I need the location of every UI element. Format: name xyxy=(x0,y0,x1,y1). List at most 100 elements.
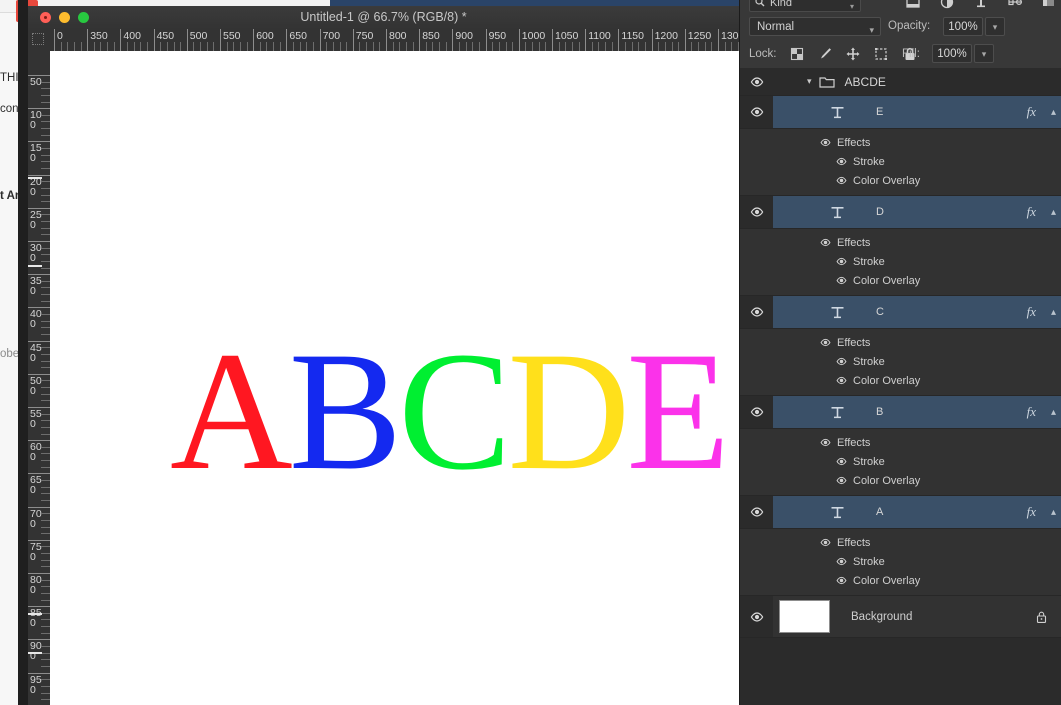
layer-effects-badge[interactable]: fx xyxy=(1027,496,1036,528)
layers-list[interactable]: ▾ ABCDE Efx ▴ Effects Stroke Color Overlay Dfx ▴… xyxy=(740,68,1061,705)
layer-row-body[interactable]: Afx ▴ xyxy=(773,496,1061,528)
ruler-minor-tick xyxy=(591,42,593,51)
eye-icon[interactable] xyxy=(820,237,831,248)
effects-label: Effects xyxy=(837,236,871,249)
chevron-up-icon[interactable]: ▴ xyxy=(1051,496,1056,528)
background-layer-body[interactable]: Background xyxy=(773,596,1061,637)
layer-effects-badge[interactable]: fx xyxy=(1027,96,1036,128)
effect-row[interactable]: Color Overlay xyxy=(740,271,1061,290)
effects-header-row[interactable]: Effects xyxy=(740,133,1061,152)
chevron-up-icon[interactable]: ▴ xyxy=(1051,196,1056,228)
horizontal-ruler[interactable]: 0 350 400 450 500 550 600 650 700 750 800 850 900 950… xyxy=(50,29,739,52)
layer-row-body[interactable]: Bfx ▴ xyxy=(773,396,1061,428)
layer-row-body[interactable]: Efx ▴ xyxy=(773,96,1061,128)
folder-icon xyxy=(818,75,835,89)
lock-image-icon[interactable] xyxy=(816,45,834,63)
layer-visibility-toggle[interactable] xyxy=(740,196,773,228)
chevron-up-icon[interactable]: ▴ xyxy=(1051,296,1056,328)
fill-stepper[interactable]: ▾ xyxy=(974,44,994,63)
adjustment-filter-icon[interactable] xyxy=(938,0,956,11)
effect-row[interactable]: Color Overlay xyxy=(740,571,1061,590)
pixel-filter-icon[interactable] xyxy=(904,0,922,11)
eye-icon[interactable] xyxy=(836,175,847,186)
effect-row[interactable]: Color Overlay xyxy=(740,171,1061,190)
canvas-area[interactable]: ABCDE xyxy=(50,51,739,705)
ruler-label: 1050 xyxy=(555,30,579,42)
opacity-input[interactable]: 100% xyxy=(943,17,983,36)
ruler-minor-tick xyxy=(339,42,341,51)
vertical-ruler[interactable]: 50 100 150 200 250 300 350 400 450 500 550 600 650 70… xyxy=(28,51,51,705)
eye-icon[interactable] xyxy=(836,375,847,386)
ruler-minor-tick xyxy=(478,42,480,51)
layer-filter-kind-select[interactable]: Kind ▾ xyxy=(749,0,861,12)
artwork-letter-a: A xyxy=(170,317,293,505)
ruler-guide-marker xyxy=(28,265,42,267)
effect-row[interactable]: Stroke xyxy=(740,352,1061,371)
layer-effects-badge[interactable]: fx xyxy=(1027,296,1036,328)
layer-row[interactable]: Dfx ▴ xyxy=(740,196,1061,229)
layer-row-body[interactable]: Dfx ▴ xyxy=(773,196,1061,228)
ruler-label: 700 xyxy=(322,30,341,42)
layer-row[interactable]: Afx ▴ xyxy=(740,496,1061,529)
effect-row[interactable]: Color Overlay xyxy=(740,371,1061,390)
effect-row[interactable]: Stroke xyxy=(740,452,1061,471)
layer-visibility-toggle[interactable] xyxy=(740,296,773,328)
effects-header-row[interactable]: Effects xyxy=(740,333,1061,352)
lock-artboard-icon[interactable] xyxy=(872,45,890,63)
eye-icon[interactable] xyxy=(836,275,847,286)
effect-row[interactable]: Stroke xyxy=(740,152,1061,171)
layer-effects-badge[interactable]: fx xyxy=(1027,196,1036,228)
eye-icon[interactable] xyxy=(836,456,847,467)
ruler-minor-tick xyxy=(41,333,50,335)
background-layer-row[interactable]: Background xyxy=(740,596,1061,638)
layer-row[interactable]: Cfx ▴ xyxy=(740,296,1061,329)
eye-icon[interactable] xyxy=(820,437,831,448)
group-visibility-toggle[interactable] xyxy=(740,68,773,95)
lock-icon[interactable] xyxy=(1035,596,1048,637)
layer-thumbnail xyxy=(779,600,830,633)
opacity-label: Opacity: xyxy=(888,20,931,32)
effects-header-row[interactable]: Effects xyxy=(740,233,1061,252)
ruler-minor-tick xyxy=(173,42,175,51)
eye-icon[interactable] xyxy=(820,537,831,548)
eye-icon[interactable] xyxy=(836,256,847,267)
eye-icon[interactable] xyxy=(836,475,847,486)
layer-visibility-toggle[interactable] xyxy=(740,496,773,528)
type-filter-icon[interactable] xyxy=(972,0,990,11)
eye-icon[interactable] xyxy=(836,556,847,567)
ruler-minor-tick xyxy=(41,553,50,555)
layer-row-body[interactable]: Cfx ▴ xyxy=(773,296,1061,328)
layer-visibility-toggle[interactable] xyxy=(740,596,773,637)
layer-group-row[interactable]: ▾ ABCDE xyxy=(740,68,1061,96)
layer-visibility-toggle[interactable] xyxy=(740,96,773,128)
layer-effects-badge[interactable]: fx xyxy=(1027,396,1036,428)
layer-name: A xyxy=(876,506,884,518)
eye-icon xyxy=(750,405,764,419)
effect-row[interactable]: Stroke xyxy=(740,552,1061,571)
effect-row[interactable]: Color Overlay xyxy=(740,471,1061,490)
smart-object-filter-icon[interactable] xyxy=(1040,0,1058,11)
chevron-up-icon[interactable]: ▴ xyxy=(1051,396,1056,428)
shape-filter-icon[interactable] xyxy=(1006,0,1024,11)
fill-input[interactable]: 100% xyxy=(932,44,972,63)
effects-header-row[interactable]: Effects xyxy=(740,533,1061,552)
effect-name: Stroke xyxy=(853,255,885,268)
lock-transparency-icon[interactable] xyxy=(788,45,806,63)
effects-header-row[interactable]: Effects xyxy=(740,433,1061,452)
eye-icon[interactable] xyxy=(820,337,831,348)
eye-icon[interactable] xyxy=(836,575,847,586)
layer-row[interactable]: Bfx ▴ xyxy=(740,396,1061,429)
eye-icon[interactable] xyxy=(820,137,831,148)
chevron-down-icon[interactable]: ▾ xyxy=(807,76,812,87)
eye-icon[interactable] xyxy=(836,156,847,167)
blend-mode-select[interactable]: Normal ▾ xyxy=(749,17,881,36)
layer-visibility-toggle[interactable] xyxy=(740,396,773,428)
ruler-minor-tick xyxy=(41,300,50,302)
eye-icon[interactable] xyxy=(836,356,847,367)
chevron-up-icon[interactable]: ▴ xyxy=(1051,96,1056,128)
ruler-origin-corner[interactable] xyxy=(28,29,51,52)
effect-row[interactable]: Stroke xyxy=(740,252,1061,271)
layer-row[interactable]: Efx ▴ xyxy=(740,96,1061,129)
opacity-stepper[interactable]: ▾ xyxy=(985,17,1005,36)
lock-position-icon[interactable] xyxy=(844,45,862,63)
